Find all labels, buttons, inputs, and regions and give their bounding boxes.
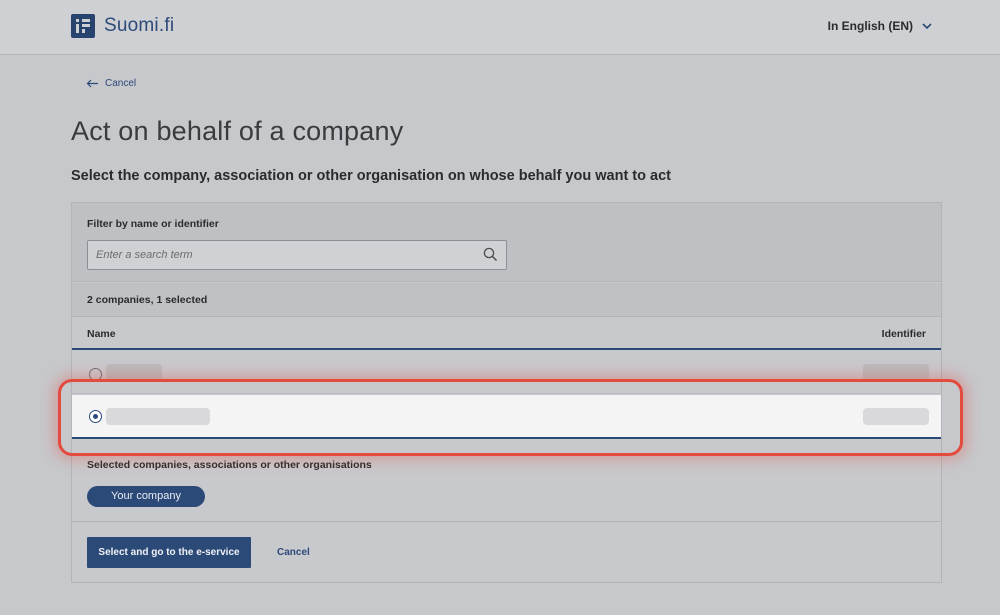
site-header: Suomi.fi In English (EN) — [0, 0, 1000, 55]
table-row-selected[interactable] — [72, 395, 941, 439]
selected-company-chip[interactable]: Your company — [87, 486, 205, 507]
page-subtitle: Select the company, association or other… — [71, 168, 671, 184]
cancel-button[interactable]: Cancel — [277, 547, 310, 558]
language-selector[interactable]: In English (EN) — [828, 19, 932, 33]
chevron-down-icon — [922, 23, 932, 30]
redacted-company-name — [106, 408, 210, 425]
column-header-name: Name — [87, 328, 116, 340]
suomi-fi-logo-icon — [71, 14, 95, 38]
company-radio-button-selected[interactable] — [89, 410, 102, 423]
search-input[interactable] — [88, 241, 473, 269]
divider — [72, 521, 941, 522]
search-icon[interactable] — [483, 247, 498, 262]
select-and-go-button[interactable]: Select and go to the e-service — [87, 537, 251, 568]
page-title: Act on behalf of a company — [71, 116, 404, 146]
table-header: Name Identifier — [72, 318, 941, 350]
arrow-left-icon — [86, 79, 98, 88]
selection-count: 2 companies, 1 selected — [87, 294, 208, 306]
filter-section: Filter by name or identifier — [72, 203, 941, 282]
search-box[interactable] — [87, 240, 507, 270]
redacted-company-name — [106, 364, 162, 381]
language-label: In English (EN) — [827, 19, 913, 33]
company-radio-button[interactable] — [89, 368, 102, 381]
back-cancel-label: Cancel — [105, 78, 137, 89]
filter-label: Filter by name or identifier — [87, 218, 219, 230]
table-row[interactable] — [72, 352, 941, 394]
logo-text: Suomi.fi — [104, 15, 175, 36]
selection-count-bar: 2 companies, 1 selected — [72, 283, 941, 317]
suomi-fi-logo[interactable]: Suomi.fi — [71, 14, 174, 38]
back-cancel-link[interactable]: Cancel — [86, 78, 136, 89]
selected-organisations-label: Selected companies, associations or othe… — [87, 459, 372, 471]
company-selection-panel: Filter by name or identifier 2 companies… — [71, 202, 942, 583]
redacted-company-identifier — [863, 408, 929, 425]
column-header-identifier: Identifier — [881, 328, 926, 340]
redacted-company-identifier — [863, 364, 929, 381]
